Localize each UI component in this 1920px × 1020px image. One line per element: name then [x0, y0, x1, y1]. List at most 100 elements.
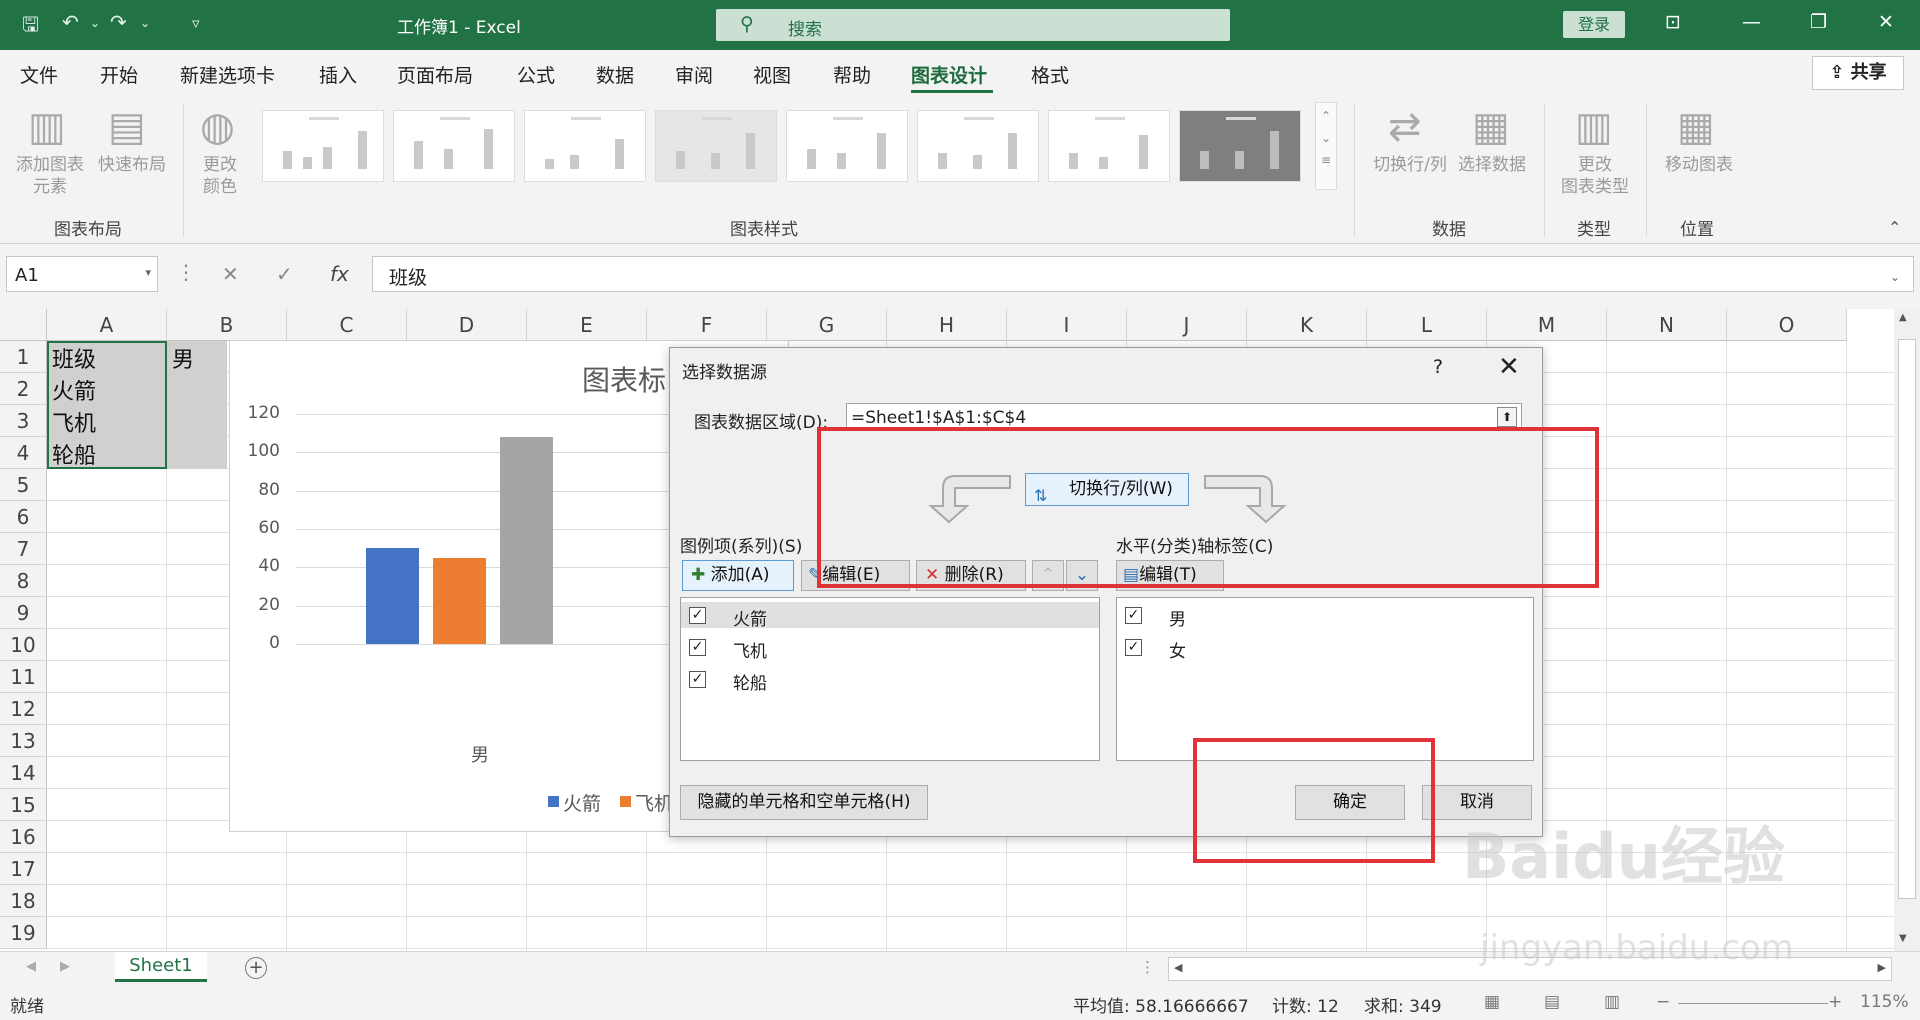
scroll-down-icon[interactable]: ▼	[1899, 933, 1907, 944]
move-chart-button[interactable]: 移动图表	[1658, 154, 1740, 176]
zoom-out-icon[interactable]: −	[1656, 992, 1670, 1012]
row-header-3[interactable]: 3	[0, 405, 47, 437]
login-button[interactable]: 登录	[1563, 11, 1625, 38]
series-item-ship[interactable]: ✓ 轮船	[681, 666, 1099, 694]
checkbox-ship[interactable]: ✓	[689, 671, 706, 688]
row-header-14[interactable]: 14	[0, 757, 47, 789]
expand-formula-icon[interactable]: ⌄	[1890, 270, 1900, 284]
zoom-in-icon[interactable]: +	[1828, 992, 1842, 1012]
move-chart-icon[interactable]: ▦	[1677, 104, 1715, 150]
menu-data[interactable]: 数据	[596, 61, 634, 88]
column-header-N[interactable]: N	[1607, 309, 1727, 341]
switch-row-column-icon[interactable]: ⇄	[1388, 104, 1422, 150]
collapse-range-icon[interactable]: ⬆	[1497, 407, 1517, 427]
prev-sheet-icon[interactable]: ◀	[26, 959, 36, 974]
row-header-16[interactable]: 16	[0, 821, 47, 853]
legend-label-rocket[interactable]: 火箭	[563, 789, 601, 816]
cell-A3[interactable]: 飞机	[47, 406, 96, 438]
chart-styles-scroll[interactable]: ⌃ ⌄ ≡	[1315, 102, 1337, 190]
zoom-level[interactable]: 115%	[1860, 992, 1909, 1012]
menu-view[interactable]: 视图	[753, 61, 791, 88]
row-header-19[interactable]: 19	[0, 917, 47, 949]
bar-0[interactable]	[366, 548, 419, 644]
series-list[interactable]: ✓ 火箭 ✓ 飞机 ✓ 轮船	[680, 597, 1100, 761]
column-header-B[interactable]: B	[167, 309, 287, 341]
sheet-tab-sheet1[interactable]: Sheet1	[115, 952, 207, 982]
row-header-17[interactable]: 17	[0, 853, 47, 885]
share-button[interactable]: ⇪ 共享	[1812, 56, 1904, 90]
palette-icon[interactable]: ◍	[200, 104, 235, 150]
checkbox-male[interactable]: ✓	[1125, 607, 1142, 624]
scroll-up-icon[interactable]: ▲	[1899, 312, 1907, 323]
restore-icon[interactable]: ❐	[1810, 11, 1827, 33]
styles-up-icon[interactable]: ⌃	[1316, 103, 1336, 123]
row-header-2[interactable]: 2	[0, 373, 47, 405]
legend-label-plane[interactable]: 飞机	[635, 789, 673, 816]
chart-style-4[interactable]	[655, 110, 777, 182]
row-header-5[interactable]: 5	[0, 469, 47, 501]
menu-review[interactable]: 审阅	[675, 61, 713, 88]
collapse-ribbon-icon[interactable]: ⌃	[1888, 218, 1901, 237]
insert-function-icon[interactable]: fx	[330, 262, 349, 286]
row-header-7[interactable]: 7	[0, 533, 47, 565]
help-button[interactable]: ?	[1433, 356, 1443, 378]
chart-style-1[interactable]	[262, 110, 384, 182]
undo-dropdown-icon[interactable]: ⌄	[90, 16, 100, 30]
column-header-K[interactable]: K	[1247, 309, 1367, 341]
chart-title[interactable]: 图表标	[582, 359, 666, 399]
column-header-O[interactable]: O	[1727, 309, 1847, 341]
chart-style-8[interactable]	[1179, 110, 1301, 182]
row-header-15[interactable]: 15	[0, 789, 47, 821]
axis-item-female[interactable]: ✓ 女	[1117, 634, 1533, 662]
row-header-10[interactable]: 10	[0, 629, 47, 661]
row-header-13[interactable]: 13	[0, 725, 47, 757]
column-header-I[interactable]: I	[1007, 309, 1127, 341]
vertical-scrollbar[interactable]: ▲ ▼	[1894, 309, 1920, 951]
close-dialog-button[interactable]: ✕	[1498, 352, 1520, 382]
axis-item-male[interactable]: ✓ 男	[1117, 602, 1533, 630]
page-break-view-icon[interactable]: ▥	[1604, 992, 1620, 1012]
row-header-12[interactable]: 12	[0, 693, 47, 725]
redo-dropdown-icon[interactable]: ⌄	[140, 16, 150, 30]
menu-file[interactable]: 文件	[20, 61, 58, 88]
add-chart-element-button[interactable]: 添加图表 元素	[10, 154, 90, 198]
series-item-plane[interactable]: ✓ 飞机	[681, 634, 1099, 662]
column-header-M[interactable]: M	[1487, 309, 1607, 341]
chart-style-5[interactable]	[786, 110, 908, 182]
switch-row-column-button[interactable]: 切换行/列	[1368, 154, 1452, 176]
column-header-E[interactable]: E	[527, 309, 647, 341]
next-sheet-icon[interactable]: ▶	[60, 959, 70, 974]
search-box[interactable]: ⚲ 搜索	[716, 9, 1230, 41]
menu-insert[interactable]: 插入	[319, 61, 357, 88]
minimize-icon[interactable]: —	[1742, 11, 1761, 33]
chart-style-2[interactable]	[393, 110, 515, 182]
menu-help[interactable]: 帮助	[833, 61, 871, 88]
menu-home[interactable]: 开始	[100, 61, 138, 88]
name-box-dropdown-icon[interactable]: ▾	[145, 266, 151, 279]
select-data-icon[interactable]: ▦	[1472, 104, 1510, 150]
close-window-icon[interactable]: ✕	[1878, 11, 1894, 33]
row-header-18[interactable]: 18	[0, 885, 47, 917]
checkbox-female[interactable]: ✓	[1125, 639, 1142, 656]
chart-style-3[interactable]	[524, 110, 646, 182]
cell-A2[interactable]: 火箭	[47, 374, 96, 406]
redo-icon[interactable]: ↷	[110, 10, 127, 34]
column-header-H[interactable]: H	[887, 309, 1007, 341]
quick-layout-button[interactable]: 快速布局	[92, 154, 172, 176]
select-data-button[interactable]: 选择数据	[1454, 154, 1530, 176]
styles-down-icon[interactable]: ⌄	[1316, 123, 1336, 145]
enter-icon[interactable]: ✓	[276, 262, 293, 286]
row-header-9[interactable]: 9	[0, 597, 47, 629]
name-box[interactable]: A1 ▾	[6, 256, 158, 292]
customize-toolbar-icon[interactable]: ▿	[192, 14, 200, 32]
quick-layout-icon[interactable]: ▤	[108, 104, 146, 150]
menu-new-tab[interactable]: 新建选项卡	[180, 61, 275, 88]
row-header-4[interactable]: 4	[0, 437, 47, 469]
change-chart-type-button[interactable]: 更改 图表类型	[1555, 154, 1635, 198]
tab-split-icon[interactable]: ⋮	[1140, 958, 1155, 976]
column-header-L[interactable]: L	[1367, 309, 1487, 341]
menu-format[interactable]: 格式	[1031, 61, 1069, 88]
column-header-C[interactable]: C	[287, 309, 407, 341]
axis-label-list[interactable]: ✓ 男 ✓ 女	[1116, 597, 1534, 761]
cell-B1[interactable]: 男	[167, 342, 194, 374]
